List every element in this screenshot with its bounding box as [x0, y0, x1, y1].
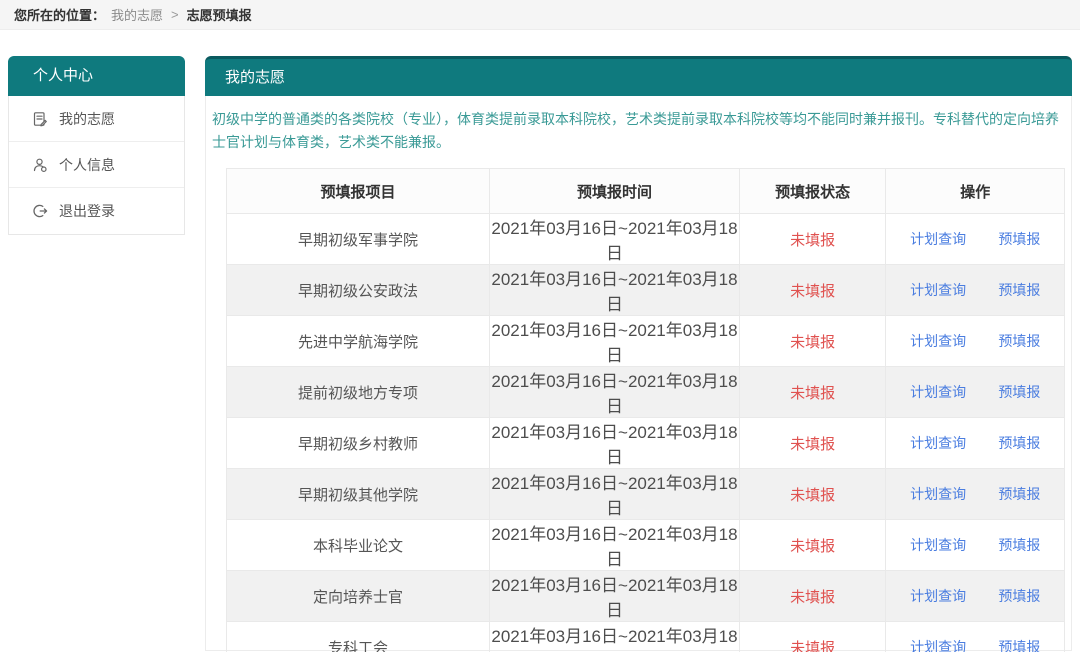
- sidebar-title: 个人中心: [8, 56, 185, 96]
- table-row: 定向培养士官 2021年03月16日~2021年03月18日 未填报 计划查询 …: [227, 571, 1065, 622]
- sidebar-menu: 我的志愿 个人信息: [8, 96, 185, 235]
- table-row: 早期初级公安政法 2021年03月16日~2021年03月18日 未填报 计划查…: [227, 265, 1065, 316]
- actions-cell: 计划查询 预填报: [886, 571, 1065, 622]
- main-panel-body: 初级中学的普通类的各类院校（专业），体育类提前录取本科院校，艺术类提前录取本科院…: [205, 96, 1072, 651]
- main-panel: 我的志愿 初级中学的普通类的各类院校（专业），体育类提前录取本科院校，艺术类提前…: [205, 56, 1072, 651]
- sidebar-item-label: 退出登录: [59, 201, 115, 221]
- sidebar-item-personal-info[interactable]: 个人信息: [9, 142, 184, 188]
- prefill-table: 预填报项目 预填报时间 预填报状态 操作 早期初级军事学院 2021年03月16…: [226, 168, 1065, 652]
- prefill-link[interactable]: 预填报: [998, 435, 1040, 451]
- logout-icon: [32, 203, 48, 219]
- status-badge: 未填报: [739, 265, 886, 316]
- header-project: 预填报项目: [227, 169, 490, 214]
- plan-query-link[interactable]: 计划查询: [910, 537, 966, 553]
- table-row: 早期初级军事学院 2021年03月16日~2021年03月18日 未填报 计划查…: [227, 214, 1065, 265]
- prefill-link[interactable]: 预填报: [998, 537, 1040, 553]
- project-cell: 早期初级其他学院: [227, 469, 490, 520]
- project-cell: 专科工会: [227, 622, 490, 652]
- plan-query-link[interactable]: 计划查询: [910, 384, 966, 400]
- time-cell: 2021年03月16日~2021年03月18日: [490, 367, 740, 418]
- table-row: 提前初级地方专项 2021年03月16日~2021年03月18日 未填报 计划查…: [227, 367, 1065, 418]
- project-cell: 提前初级地方专项: [227, 367, 490, 418]
- actions-cell: 计划查询 预填报: [886, 367, 1065, 418]
- breadcrumb-separator: >: [171, 7, 179, 22]
- actions-cell: 计划查询 预填报: [886, 622, 1065, 652]
- actions-cell: 计划查询 预填报: [886, 469, 1065, 520]
- time-cell: 2021年03月16日~2021年03月18日: [490, 469, 740, 520]
- notice-text: 初级中学的普通类的各类院校（专业），体育类提前录取本科院校，艺术类提前录取本科院…: [212, 108, 1068, 154]
- status-badge: 未填报: [739, 571, 886, 622]
- status-badge: 未填报: [739, 214, 886, 265]
- actions-cell: 计划查询 预填报: [886, 520, 1065, 571]
- project-cell: 早期初级公安政法: [227, 265, 490, 316]
- status-badge: 未填报: [739, 622, 886, 652]
- table-row: 本科毕业论文 2021年03月16日~2021年03月18日 未填报 计划查询 …: [227, 520, 1065, 571]
- table-row: 早期初级其他学院 2021年03月16日~2021年03月18日 未填报 计划查…: [227, 469, 1065, 520]
- actions-cell: 计划查询 预填报: [886, 265, 1065, 316]
- plan-query-link[interactable]: 计划查询: [910, 435, 966, 451]
- prefill-link[interactable]: 预填报: [998, 333, 1040, 349]
- form-icon: [32, 111, 48, 127]
- table-row: 专科工会 2021年03月16日~2021年03月18日 未填报 计划查询 预填…: [227, 622, 1065, 652]
- prefill-link[interactable]: 预填报: [998, 486, 1040, 502]
- plan-query-link[interactable]: 计划查询: [910, 231, 966, 247]
- actions-cell: 计划查询 预填报: [886, 214, 1065, 265]
- table-body: 早期初级军事学院 2021年03月16日~2021年03月18日 未填报 计划查…: [227, 214, 1065, 652]
- header-time: 预填报时间: [490, 169, 740, 214]
- time-cell: 2021年03月16日~2021年03月18日: [490, 265, 740, 316]
- sidebar-item-logout[interactable]: 退出登录: [9, 188, 184, 234]
- plan-query-link[interactable]: 计划查询: [910, 282, 966, 298]
- table-row: 先进中学航海学院 2021年03月16日~2021年03月18日 未填报 计划查…: [227, 316, 1065, 367]
- status-badge: 未填报: [739, 367, 886, 418]
- plan-query-link[interactable]: 计划查询: [910, 333, 966, 349]
- time-cell: 2021年03月16日~2021年03月18日: [490, 418, 740, 469]
- table-header-row: 预填报项目 预填报时间 预填报状态 操作: [227, 169, 1065, 214]
- status-badge: 未填报: [739, 469, 886, 520]
- breadcrumb: 您所在的位置： 我的志愿 > 志愿预填报: [0, 0, 1080, 30]
- breadcrumb-current: 志愿预填报: [187, 5, 252, 24]
- sidebar: 个人中心 我的志愿: [8, 56, 185, 235]
- status-badge: 未填报: [739, 520, 886, 571]
- time-cell: 2021年03月16日~2021年03月18日: [490, 520, 740, 571]
- prefill-link[interactable]: 预填报: [998, 282, 1040, 298]
- project-cell: 早期初级乡村教师: [227, 418, 490, 469]
- prefill-link[interactable]: 预填报: [998, 588, 1040, 604]
- table-row: 早期初级乡村教师 2021年03月16日~2021年03月18日 未填报 计划查…: [227, 418, 1065, 469]
- status-badge: 未填报: [739, 316, 886, 367]
- user-icon: [32, 157, 48, 173]
- time-cell: 2021年03月16日~2021年03月18日: [490, 316, 740, 367]
- breadcrumb-prefix: 您所在的位置：: [14, 5, 105, 24]
- sidebar-item-my-choices[interactable]: 我的志愿: [9, 96, 184, 142]
- time-cell: 2021年03月16日~2021年03月18日: [490, 571, 740, 622]
- main-panel-title: 我的志愿: [205, 56, 1072, 96]
- prefill-link[interactable]: 预填报: [998, 639, 1040, 652]
- actions-cell: 计划查询 预填报: [886, 418, 1065, 469]
- plan-query-link[interactable]: 计划查询: [910, 486, 966, 502]
- header-actions: 操作: [886, 169, 1065, 214]
- header-status: 预填报状态: [739, 169, 886, 214]
- time-cell: 2021年03月16日~2021年03月18日: [490, 622, 740, 652]
- sidebar-item-label: 我的志愿: [59, 109, 115, 129]
- project-cell: 早期初级军事学院: [227, 214, 490, 265]
- project-cell: 先进中学航海学院: [227, 316, 490, 367]
- status-badge: 未填报: [739, 418, 886, 469]
- plan-query-link[interactable]: 计划查询: [910, 588, 966, 604]
- plan-query-link[interactable]: 计划查询: [910, 639, 966, 652]
- sidebar-item-label: 个人信息: [59, 155, 115, 175]
- page-layout: 个人中心 我的志愿: [8, 56, 1072, 651]
- prefill-link[interactable]: 预填报: [998, 384, 1040, 400]
- project-cell: 定向培养士官: [227, 571, 490, 622]
- actions-cell: 计划查询 预填报: [886, 316, 1065, 367]
- project-cell: 本科毕业论文: [227, 520, 490, 571]
- prefill-link[interactable]: 预填报: [998, 231, 1040, 247]
- time-cell: 2021年03月16日~2021年03月18日: [490, 214, 740, 265]
- breadcrumb-parent-link[interactable]: 我的志愿: [111, 5, 163, 24]
